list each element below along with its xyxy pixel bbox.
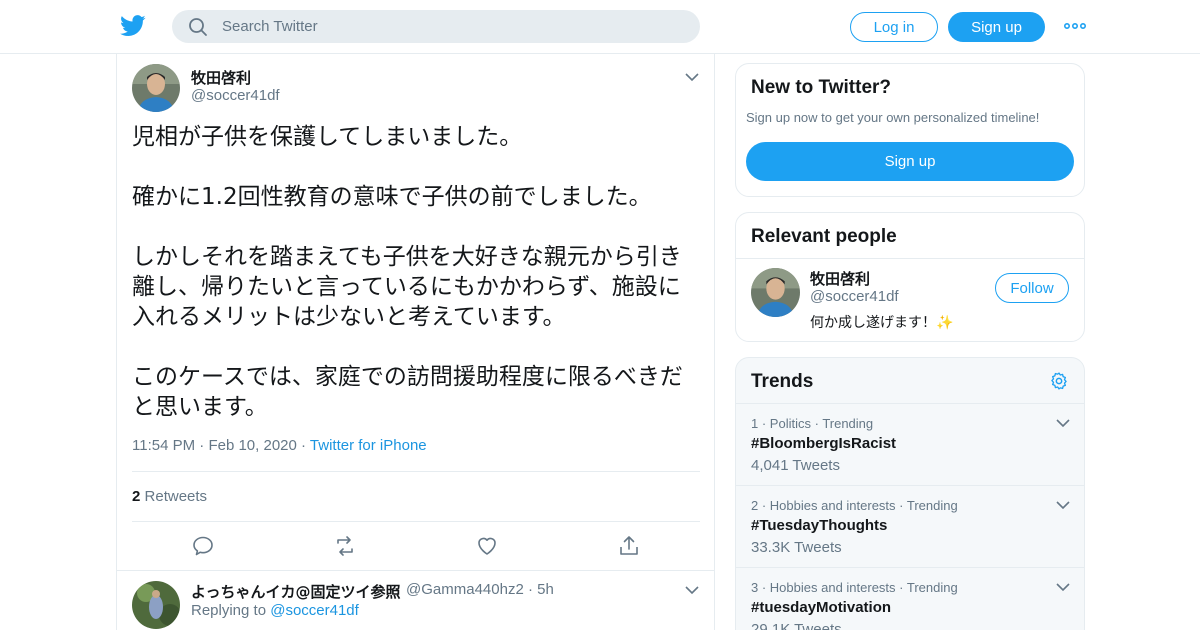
tweet-paragraph: 児相が子供を保護してしまいました。: [132, 124, 523, 150]
divider: [117, 570, 714, 571]
trend-status: Trending: [822, 416, 874, 431]
person-avatar[interactable]: [751, 268, 800, 317]
login-button[interactable]: Log in: [850, 12, 938, 42]
person-name[interactable]: 牧田啓利: [810, 268, 870, 289]
signup-button[interactable]: Sign up: [948, 12, 1045, 42]
trend-status: Trending: [906, 498, 958, 513]
trend-count: 29.1K Tweets: [751, 621, 842, 630]
trend-status: Trending: [906, 580, 958, 595]
person-handle[interactable]: @soccer41df: [810, 288, 899, 305]
chevron-down-icon[interactable]: [685, 585, 699, 595]
divider: [736, 258, 1084, 259]
card-subtitle: Sign up now to get your own personalized…: [746, 110, 1040, 125]
card-title: Relevant people: [751, 226, 897, 247]
reply-icon[interactable]: [191, 534, 215, 558]
trend-meta: 1 · Politics · Trending: [751, 416, 874, 431]
sidebar-signup-button[interactable]: Sign up: [746, 142, 1074, 181]
trend-rank: 1: [751, 416, 759, 431]
retweet-icon[interactable]: [333, 534, 357, 558]
trend-name[interactable]: #tuesdayMotivation: [751, 599, 958, 616]
trend-item[interactable]: 1 · Politics · Trending #BloombergIsRaci…: [736, 403, 1084, 485]
meta-separator: ·: [527, 581, 538, 598]
divider: [132, 521, 700, 522]
reply-author-name[interactable]: よっちゃんイカ@固定ツイ参照: [191, 581, 401, 602]
replying-to-handle[interactable]: @soccer41df: [270, 602, 359, 619]
trend-count: 33.3K Tweets: [751, 539, 842, 556]
trend-category: Hobbies and interests: [769, 580, 896, 595]
avatar-photo-icon: [132, 64, 180, 112]
person-bio: 何か成し遂げます！✨: [810, 315, 954, 331]
replying-to: Replying to @soccer41df: [191, 602, 359, 619]
share-icon[interactable]: [617, 534, 641, 558]
chevron-down-icon[interactable]: [685, 72, 699, 82]
reply-author-avatar[interactable]: [132, 581, 180, 629]
tweet-paragraph: 確かに1.2回性教育の意味で子供の前でしました。: [132, 184, 652, 210]
card-title: New to Twitter?: [751, 77, 892, 98]
retweet-label: Retweets: [144, 488, 208, 505]
twitter-logo-icon[interactable]: [120, 14, 146, 38]
search-icon: [189, 17, 207, 36]
trend-count: 4,041 Tweets: [751, 457, 840, 474]
follow-button[interactable]: Follow: [995, 273, 1069, 303]
tweet-metadata: 11:54 PM · Feb 10, 2020 · Twitter for iP…: [132, 437, 427, 454]
reply-age[interactable]: 5h: [537, 581, 554, 598]
trend-meta: 2 · Hobbies and interests · Trending: [751, 498, 958, 513]
new-to-twitter-card: New to Twitter? Sign up now to get your …: [735, 63, 1085, 197]
trend-rank: 2: [751, 498, 759, 513]
chevron-down-icon[interactable]: [1056, 582, 1070, 592]
author-handle[interactable]: @soccer41df: [191, 87, 280, 104]
card-title: Trends: [751, 371, 814, 392]
replying-to-label: Replying to: [191, 602, 267, 619]
meta-separator: ·: [301, 437, 310, 454]
reply-author-handle[interactable]: @Gamma440hz2 · 5h: [406, 581, 554, 598]
trend-category: Hobbies and interests: [769, 498, 896, 513]
relevant-people-card: Relevant people 牧田啓利 @soccer41df 何か成し遂げま…: [735, 212, 1085, 342]
trend-name[interactable]: #TuesdayThoughts: [751, 517, 958, 534]
trend-item[interactable]: 2 · Hobbies and interests · Trending #Tu…: [736, 485, 1084, 567]
settings-gear-icon[interactable]: [1049, 371, 1069, 391]
more-options-icon[interactable]: [1064, 16, 1086, 36]
divider: [132, 471, 700, 472]
chevron-down-icon[interactable]: [1056, 418, 1070, 428]
chevron-down-icon[interactable]: [1056, 500, 1070, 510]
tweet-source[interactable]: Twitter for iPhone: [310, 437, 427, 454]
trend-meta: 3 · Hobbies and interests · Trending: [751, 580, 958, 595]
top-bar: Log in Sign up: [0, 0, 1200, 54]
trend-category: Politics: [769, 416, 811, 431]
tweet-time[interactable]: 11:54 PM: [132, 437, 195, 454]
tweet-detail: 牧田啓利 @soccer41df 児相が子供を保護してしまいました。 確かに1.…: [116, 54, 715, 630]
tweet-paragraph: このケースでは、家庭での訪問援助程度に限るべきだと思います。: [132, 364, 683, 420]
trend-item[interactable]: 3 · Hobbies and interests · Trending #tu…: [736, 567, 1084, 630]
retweet-count: 2: [132, 488, 141, 505]
tweet-paragraph: しかしそれを踏まえても子供を大好きな親元から引き離し、帰りたいと言っているにもか…: [132, 244, 682, 330]
trend-name[interactable]: #BloombergIsRacist: [751, 435, 896, 452]
like-heart-icon[interactable]: [475, 534, 499, 558]
retweet-stats[interactable]: 2 Retweets: [132, 488, 207, 505]
reply-handle-text: @Gamma440hz2: [406, 581, 524, 598]
trends-card: Trends 1 · Politics · Trending #Bloomber…: [735, 357, 1085, 630]
author-name[interactable]: 牧田啓利: [191, 67, 251, 88]
avatar-photo-icon: [751, 268, 800, 317]
trend-rank: 3: [751, 580, 759, 595]
search-bar[interactable]: [172, 10, 700, 43]
avatar-photo-icon: [132, 581, 180, 629]
author-avatar[interactable]: [132, 64, 180, 112]
tweet-text: 児相が子供を保護してしまいました。 確かに1.2回性教育の意味で子供の前でしまし…: [132, 122, 702, 422]
search-input[interactable]: [222, 18, 662, 35]
tweet-date[interactable]: Feb 10, 2020: [208, 437, 296, 454]
